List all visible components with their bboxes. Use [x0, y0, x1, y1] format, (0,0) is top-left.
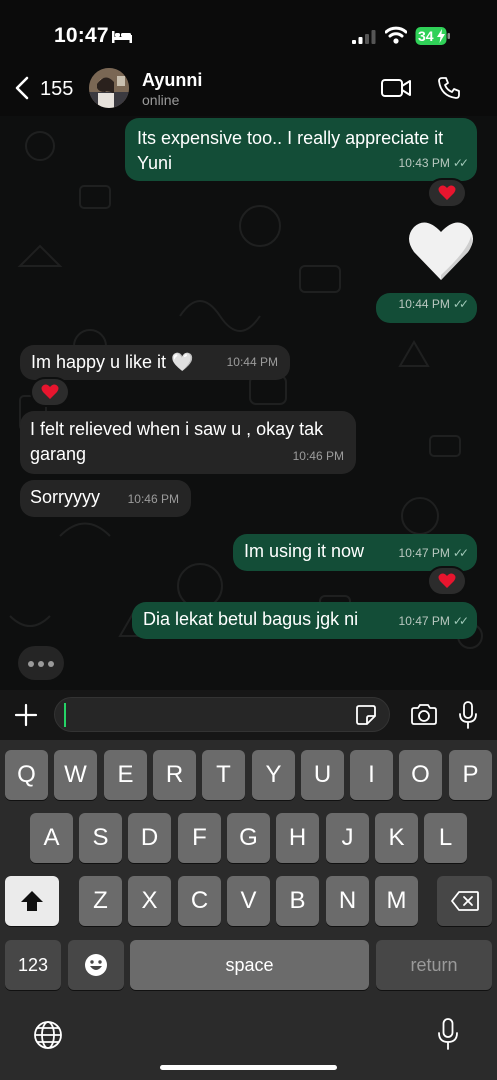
- key-s[interactable]: S: [79, 813, 122, 863]
- message-bubble-outgoing[interactable]: Dia lekat betul bagus jgk ni 10:47 PM ✓✓: [132, 602, 477, 639]
- emoji-face-icon: [85, 954, 107, 976]
- message-meta: 10:44 PM: [227, 350, 278, 375]
- voice-call-icon[interactable]: [437, 76, 461, 100]
- key-g[interactable]: G: [227, 813, 270, 863]
- message-time: 10:47 PM: [398, 614, 450, 628]
- home-indicator[interactable]: [160, 1065, 337, 1070]
- key-e[interactable]: E: [104, 750, 147, 800]
- key-v[interactable]: V: [227, 876, 270, 926]
- backspace-key[interactable]: [437, 876, 492, 926]
- cellular-signal-icon: [352, 30, 376, 44]
- key-m[interactable]: M: [375, 876, 418, 926]
- plus-attach-icon[interactable]: [14, 703, 38, 727]
- reaction-badge[interactable]: [429, 180, 465, 206]
- message-bubble-outgoing[interactable]: Im using it now 10:47 PM ✓✓: [233, 534, 477, 571]
- red-heart-icon: [41, 384, 59, 399]
- typing-indicator: [18, 646, 64, 680]
- red-heart-icon: [438, 185, 456, 200]
- return-key[interactable]: return: [376, 940, 492, 990]
- globe-icon[interactable]: [33, 1020, 63, 1050]
- key-p[interactable]: P: [449, 750, 492, 800]
- contact-avatar[interactable]: [89, 68, 129, 108]
- battery-icon: 34: [415, 26, 451, 46]
- red-heart-icon: [438, 573, 456, 588]
- microphone-icon[interactable]: [458, 701, 478, 729]
- message-time: 10:43 PM: [398, 156, 450, 170]
- message-bubble-incoming[interactable]: Im happy u like it 🤍 10:44 PM: [20, 345, 290, 380]
- camera-icon[interactable]: [410, 704, 438, 726]
- sleep-focus-icon: [112, 31, 132, 43]
- key-x[interactable]: X: [128, 876, 171, 926]
- reaction-badge[interactable]: [429, 568, 465, 594]
- message-text: Its expensive too.. I really appreciate …: [137, 128, 444, 148]
- key-q[interactable]: Q: [5, 750, 48, 800]
- key-i[interactable]: I: [350, 750, 393, 800]
- message-bubble-outgoing[interactable]: Its expensive too.. I really appreciate …: [125, 118, 477, 181]
- key-k[interactable]: K: [375, 813, 418, 863]
- message-meta: 10:47 PM ✓✓: [398, 609, 470, 634]
- reaction-badge[interactable]: [32, 379, 68, 405]
- key-j[interactable]: J: [326, 813, 369, 863]
- status-time: 10:47: [54, 24, 109, 47]
- key-a[interactable]: A: [30, 813, 73, 863]
- key-d[interactable]: D: [128, 813, 171, 863]
- key-y[interactable]: Y: [252, 750, 295, 800]
- message-input[interactable]: [54, 697, 390, 732]
- key-w[interactable]: W: [54, 750, 97, 800]
- message-meta: 10:46 PM: [128, 487, 179, 512]
- back-chevron-icon[interactable]: [14, 76, 30, 100]
- message-meta: 10:46 PM: [293, 444, 344, 469]
- text-caret: [64, 703, 66, 727]
- key-l[interactable]: L: [424, 813, 467, 863]
- message-meta: 10:47 PM ✓✓: [398, 541, 470, 566]
- message-meta: 10:43 PM ✓✓: [398, 151, 470, 176]
- read-receipt-icon: ✓✓: [452, 614, 469, 628]
- backspace-icon: [450, 891, 479, 911]
- key-n[interactable]: N: [326, 876, 369, 926]
- key-b[interactable]: B: [276, 876, 319, 926]
- key-t[interactable]: T: [202, 750, 245, 800]
- dictation-microphone-icon[interactable]: [437, 1018, 459, 1050]
- message-text: I felt relieved when i saw u , okay tak: [30, 419, 324, 439]
- charging-bolt-icon: [437, 29, 445, 43]
- message-meta-bubble[interactable]: 10:44 PM ✓✓: [376, 293, 477, 323]
- key-o[interactable]: O: [399, 750, 442, 800]
- battery-percent: 34: [418, 28, 434, 44]
- unread-count[interactable]: 155: [40, 78, 73, 101]
- message-time: 10:47 PM: [398, 546, 450, 560]
- message-bubble-incoming[interactable]: I felt relieved when i saw u , okay tak …: [20, 411, 356, 474]
- key-f[interactable]: F: [178, 813, 221, 863]
- chat-area[interactable]: Its expensive too.. I really appreciate …: [0, 116, 497, 690]
- chat-header: 155 Ayunni online: [0, 62, 497, 116]
- message-meta: 10:44 PM ✓✓: [398, 292, 470, 317]
- shift-arrow-icon: [21, 891, 43, 911]
- message-time: 10:44 PM: [398, 297, 450, 311]
- white-heart-emoji-icon: [409, 222, 473, 280]
- message-bubble-incoming[interactable]: Sorryyyy 10:46 PM: [20, 480, 191, 517]
- message-time: 10:46 PM: [127, 492, 179, 506]
- contact-status: online: [142, 92, 180, 108]
- keyboard: Q W E R T Y U I O P A S D F G H J K L Z …: [0, 740, 497, 1080]
- numbers-key[interactable]: 123: [5, 940, 61, 990]
- read-receipt-icon: ✓✓: [452, 546, 469, 560]
- contact-name[interactable]: Ayunni: [142, 70, 202, 91]
- video-call-icon[interactable]: [380, 76, 412, 100]
- space-key[interactable]: space: [130, 940, 369, 990]
- read-receipt-icon: ✓✓: [452, 297, 469, 311]
- key-h[interactable]: H: [276, 813, 319, 863]
- key-c[interactable]: C: [178, 876, 221, 926]
- key-r[interactable]: R: [153, 750, 196, 800]
- wifi-icon: [385, 26, 407, 44]
- message-time: 10:46 PM: [292, 449, 344, 463]
- read-receipt-icon: ✓✓: [452, 156, 469, 170]
- sticker-icon[interactable]: [355, 704, 377, 726]
- key-u[interactable]: U: [301, 750, 344, 800]
- shift-key[interactable]: [5, 876, 59, 926]
- status-bar: 10:47 34: [0, 0, 497, 62]
- message-emoji-outgoing[interactable]: 🤍: [408, 220, 474, 286]
- message-input-bar: [0, 690, 497, 740]
- emoji-key[interactable]: [68, 940, 124, 990]
- message-time: 10:44 PM: [226, 355, 278, 369]
- key-z[interactable]: Z: [79, 876, 122, 926]
